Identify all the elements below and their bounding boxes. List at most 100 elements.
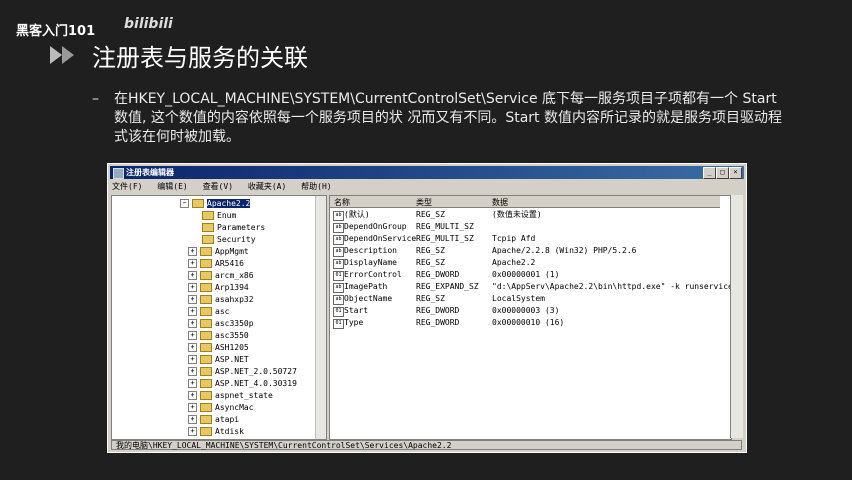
tree-item[interactable]: + asc3350p: [188, 318, 254, 329]
expand-icon[interactable]: +: [188, 319, 197, 328]
tree-item[interactable]: + ASP.NET: [188, 354, 249, 365]
folder-icon: [202, 235, 214, 244]
folder-icon: [200, 391, 212, 400]
expand-icon[interactable]: +: [188, 247, 197, 256]
expand-icon[interactable]: +: [188, 307, 197, 316]
binary-value-icon: 01: [333, 319, 344, 329]
expand-icon[interactable]: +: [188, 343, 197, 352]
folder-icon: [200, 295, 212, 304]
folder-open-icon: [192, 199, 204, 208]
values-pane[interactable]: 名称 类型 数据 ab (默认) REG_SZ (数值未设置) ab DependOnG…: [329, 195, 732, 440]
menu-help[interactable]: 帮助(H): [301, 182, 331, 191]
folder-icon: [202, 223, 214, 232]
bilibili-logo: bilibili: [124, 16, 173, 32]
menu-favorites[interactable]: 收藏夹(A): [248, 182, 286, 191]
tree-item[interactable]: + atapi: [188, 414, 239, 425]
string-value-icon: ab: [333, 283, 344, 293]
window-title: 注册表编辑器: [126, 168, 174, 177]
tree-item[interactable]: + asc3550: [188, 330, 249, 341]
binary-value-icon: 01: [333, 307, 344, 317]
column-name[interactable]: 名称: [334, 197, 350, 208]
folder-icon: [200, 319, 212, 328]
double-play-icon: [50, 46, 74, 64]
expand-icon[interactable]: +: [188, 415, 197, 424]
maximize-button[interactable]: □: [716, 167, 729, 179]
value-row[interactable]: ab ImagePath REG_EXPAND_SZ "d:\AppServ\Apac…: [330, 281, 731, 293]
value-row[interactable]: 01 Start REG_DWORD 0x00000003 (3): [330, 305, 720, 317]
column-header: 名称 类型 数据: [330, 196, 720, 208]
menu-edit[interactable]: 编辑(E): [157, 182, 187, 191]
string-value-icon: ab: [333, 235, 344, 245]
menu-view[interactable]: 查看(V): [203, 182, 233, 191]
regedit-icon: [113, 168, 124, 179]
tree-item[interactable]: + AsyncMac: [188, 402, 254, 413]
column-data[interactable]: 数据: [492, 197, 508, 208]
string-value-icon: ab: [333, 223, 344, 233]
watermark-text: 黑客入门101: [16, 24, 96, 39]
minimize-button[interactable]: _: [703, 167, 716, 179]
expand-icon[interactable]: +: [188, 283, 197, 292]
expand-icon[interactable]: +: [188, 403, 197, 412]
folder-icon: [200, 403, 212, 412]
menu-file[interactable]: 文件(F): [112, 182, 142, 191]
tree-item[interactable]: + AppMgmt: [188, 246, 249, 257]
folder-icon: [200, 427, 212, 436]
tree-item[interactable]: + aspnet_state: [188, 390, 273, 401]
tree-item-apache[interactable]: − Apache2.2: [180, 198, 251, 209]
binary-value-icon: 01: [333, 271, 344, 281]
close-button[interactable]: ×: [729, 167, 742, 179]
expand-icon[interactable]: +: [188, 391, 197, 400]
slide-title: 注册表与服务的关联: [92, 44, 308, 72]
values-scrollbar[interactable]: [730, 195, 743, 438]
bullet-dash: –: [92, 91, 99, 107]
bullet-text: 在HKEY_LOCAL_MACHINE\SYSTEM\CurrentContro…: [114, 91, 782, 145]
expand-icon[interactable]: +: [188, 427, 197, 436]
folder-icon: [200, 271, 212, 280]
column-type[interactable]: 类型: [416, 197, 432, 208]
folder-icon: [200, 307, 212, 316]
folder-icon: [200, 283, 212, 292]
value-row[interactable]: 01 ErrorControl REG_DWORD 0x00000001 (1): [330, 269, 720, 281]
tree-item[interactable]: + ASH1205: [188, 342, 249, 353]
value-row[interactable]: ab DependOnService REG_MULTI_SZ Tcpip Afd: [330, 233, 720, 245]
expand-icon[interactable]: +: [188, 295, 197, 304]
folder-icon: [200, 331, 212, 340]
expand-icon[interactable]: +: [188, 331, 197, 340]
tree-item[interactable]: + Arp1394: [188, 282, 249, 293]
status-bar: 我的电脑\HKEY_LOCAL_MACHINE\SYSTEM\CurrentCo…: [111, 440, 742, 450]
string-value-icon: ab: [333, 295, 344, 305]
key-tree-pane[interactable]: − Apache2.2 Enum Parameters Security + App…: [111, 195, 327, 440]
string-value-icon: ab: [333, 259, 344, 269]
expand-icon[interactable]: +: [188, 271, 197, 280]
tree-item[interactable]: + Atdisk: [188, 426, 244, 437]
tree-item[interactable]: + asc: [188, 306, 229, 317]
string-value-icon: ab: [333, 247, 344, 257]
folder-icon: [202, 211, 214, 220]
tree-item[interactable]: + AR5416: [188, 258, 244, 269]
tree-item[interactable]: Security: [202, 234, 256, 245]
tree-item[interactable]: + asahxp32: [188, 294, 254, 305]
expand-icon[interactable]: +: [188, 355, 197, 364]
expand-icon[interactable]: +: [188, 367, 197, 376]
value-row[interactable]: ab DependOnGroup REG_MULTI_SZ: [330, 221, 720, 233]
title-bar[interactable]: 注册表编辑器 _ □ ×: [110, 166, 744, 179]
value-row[interactable]: ab DisplayName REG_SZ Apache2.2: [330, 257, 720, 269]
tree-item[interactable]: Enum: [202, 210, 236, 221]
value-row[interactable]: ab Description REG_SZ Apache/2.2.8 (Win32) …: [330, 245, 720, 257]
folder-icon: [200, 343, 212, 352]
tree-scrollbar[interactable]: [315, 196, 326, 439]
folder-icon: [200, 367, 212, 376]
tree-item[interactable]: + ASP.NET_2.0.50727: [188, 366, 297, 377]
folder-icon: [200, 379, 212, 388]
registry-editor-window: 注册表编辑器 _ □ × 文件(F) 编辑(E) 查看(V) 收藏夹(A) 帮助…: [107, 163, 747, 453]
value-row[interactable]: ab (默认) REG_SZ (数值未设置): [330, 209, 720, 221]
collapse-icon[interactable]: −: [180, 199, 189, 208]
expand-icon[interactable]: +: [188, 379, 197, 388]
value-row[interactable]: 01 Type REG_DWORD 0x00000010 (16): [330, 317, 720, 329]
expand-icon[interactable]: +: [188, 259, 197, 268]
tree-item[interactable]: + arcm_x86: [188, 270, 254, 281]
value-row[interactable]: ab ObjectName REG_SZ LocalSystem: [330, 293, 720, 305]
tree-item[interactable]: + ASP.NET_4.0.30319: [188, 378, 297, 389]
tree-item[interactable]: Parameters: [202, 222, 265, 233]
folder-icon: [200, 415, 212, 424]
